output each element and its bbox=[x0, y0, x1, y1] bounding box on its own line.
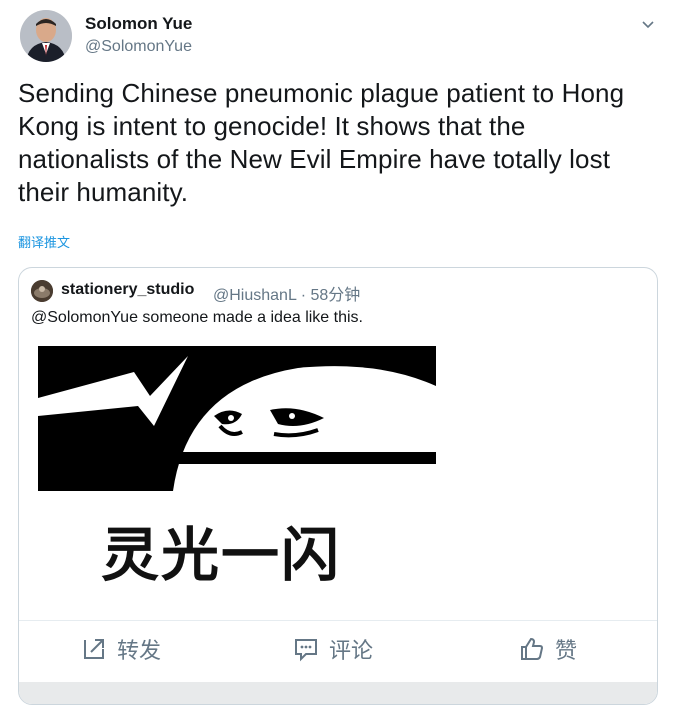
thumbs-up-icon bbox=[521, 637, 544, 660]
chevron-down-icon[interactable] bbox=[638, 14, 658, 34]
retweet-button[interactable]: 转发 bbox=[81, 634, 161, 664]
tweet-text: Sending Chinese pneumonic plague patient… bbox=[18, 78, 625, 207]
translate-tweet-link[interactable]: 翻译推文 bbox=[18, 232, 70, 251]
like-button[interactable]: 赞 bbox=[519, 634, 577, 664]
meme-panel bbox=[38, 346, 436, 491]
quote-author-handle-time: @HiushanL · 58分钟 bbox=[213, 287, 361, 304]
author-avatar-image bbox=[20, 10, 72, 62]
quoted-tweet-card[interactable]: stationery_studio @HiushanL · 58分钟 @Solo… bbox=[18, 267, 658, 705]
footer-strip bbox=[19, 682, 657, 704]
author-avatar[interactable] bbox=[20, 10, 72, 62]
action-bar-divider bbox=[19, 620, 657, 621]
comment-label: 评论 bbox=[329, 638, 374, 663]
share-arrow-icon bbox=[84, 639, 104, 659]
comment-icon bbox=[295, 639, 317, 662]
comment-button[interactable]: 评论 bbox=[293, 634, 373, 664]
author-handle[interactable]: @SolomonYue bbox=[85, 38, 192, 56]
quote-text: @SolomonYue someone made a idea like thi… bbox=[31, 309, 363, 326]
author-name[interactable]: Solomon Yue bbox=[85, 14, 192, 34]
like-label: 赞 bbox=[555, 638, 578, 663]
meme-caption: 灵光一闪 bbox=[101, 521, 342, 589]
retweet-label: 转发 bbox=[117, 638, 162, 663]
quote-author-avatar bbox=[31, 280, 53, 302]
quote-author-name[interactable]: stationery_studio bbox=[61, 281, 194, 299]
